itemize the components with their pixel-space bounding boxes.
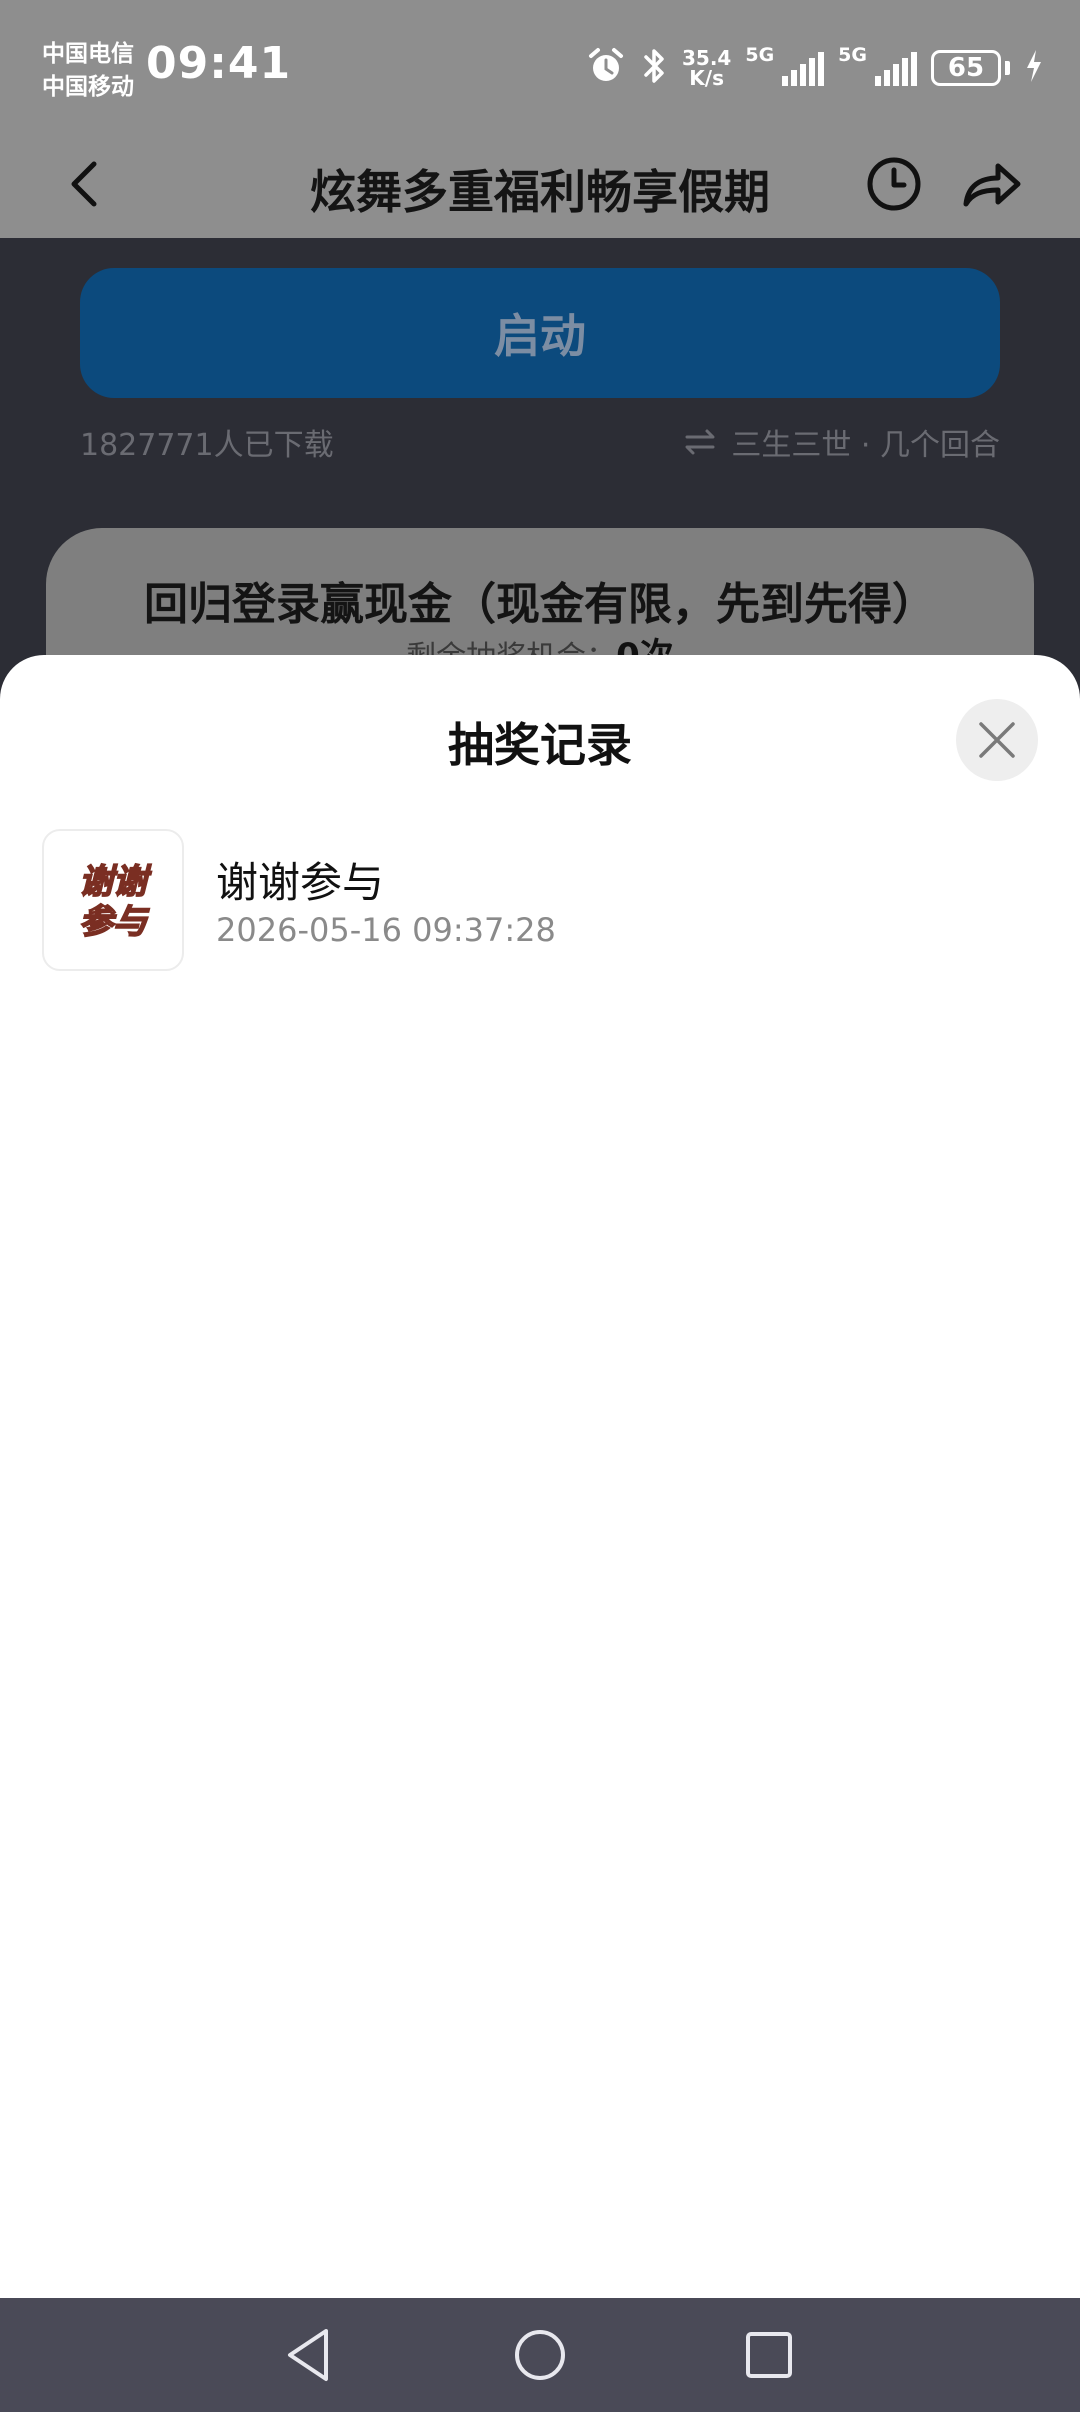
- server-name: 三生三世 · 几个回合: [731, 428, 1000, 463]
- battery-nub: [1005, 61, 1010, 75]
- carrier-2: 中国移动: [42, 74, 134, 100]
- battery-level: 65: [947, 53, 985, 83]
- prize-thumbnail: 谢谢 参与: [42, 829, 184, 971]
- net-speed: 35.4 K/s: [682, 48, 731, 88]
- triangle-back-icon: [288, 2329, 328, 2381]
- close-button[interactable]: [956, 699, 1038, 781]
- prize-name: 谢谢参与: [216, 858, 385, 907]
- thumb-line-1: 谢谢: [79, 862, 152, 902]
- system-navigation-bar: [0, 2298, 1080, 2412]
- sheet-title: 抽奖记录: [448, 718, 632, 772]
- signal-1-label: 5G: [745, 44, 775, 66]
- system-recents-button[interactable]: [737, 2323, 801, 2387]
- nav-bar: 炫舞多重福利畅享假期: [0, 130, 1080, 238]
- record-item: 谢谢 参与 谢谢参与 2026-05-16 09:37:28: [42, 829, 1042, 971]
- net-speed-unit: K/s: [689, 66, 725, 90]
- net-speed-value: 35.4: [681, 46, 732, 70]
- screen: 中国电信 中国移动 09:41 35.4 K/s 5G 5G 65 炫舞多重福利…: [0, 0, 1080, 2412]
- charging-icon: [1024, 48, 1044, 88]
- carrier-1: 中国电信: [42, 41, 134, 67]
- top-zone: 中国电信 中国移动 09:41 35.4 K/s 5G 5G 65 炫舞多重福利…: [0, 0, 1080, 238]
- alarm-icon: [586, 46, 626, 90]
- system-back-button[interactable]: [278, 2323, 342, 2387]
- system-home-button[interactable]: [508, 2323, 572, 2387]
- signal-1-icon: [782, 50, 825, 86]
- thumb-line-2: 参与: [79, 902, 150, 942]
- download-count: 1827771人已下载: [80, 428, 334, 463]
- bluetooth-icon: [640, 46, 668, 90]
- clock: 09:41: [146, 38, 292, 89]
- status-bar: 中国电信 中国移动 09:41 35.4 K/s 5G 5G 65: [0, 0, 1080, 130]
- start-button[interactable]: 启动: [80, 268, 1000, 398]
- lottery-record-sheet: 抽奖记录 谢谢 参与 谢谢参与 2026-05-16 09:37:28: [0, 655, 1080, 2298]
- history-button[interactable]: [864, 154, 924, 214]
- clock-icon: [867, 157, 921, 211]
- square-recents-icon: [746, 2332, 792, 2378]
- share-button[interactable]: [960, 154, 1024, 214]
- signal-2-icon: [875, 50, 917, 86]
- share-icon: [963, 163, 1021, 207]
- server-switch[interactable]: 三生三世 · 几个回合: [683, 420, 1000, 464]
- circle-home-icon: [515, 2330, 565, 2380]
- carriers: 中国电信 中国移动: [42, 38, 134, 104]
- switch-arrows-icon: [685, 429, 715, 455]
- signal-2-label: 5G: [838, 44, 867, 66]
- status-icons: 35.4 K/s 5G 5G 65: [586, 44, 1044, 92]
- prize-time: 2026-05-16 09:37:28: [216, 911, 556, 949]
- battery-icon: 65: [931, 50, 1001, 86]
- event-title: 回归登录赢现金（现金有限，先到先得）: [144, 579, 936, 630]
- close-icon: [979, 722, 1015, 758]
- thanks-stamp-image: 谢谢 参与: [78, 861, 153, 943]
